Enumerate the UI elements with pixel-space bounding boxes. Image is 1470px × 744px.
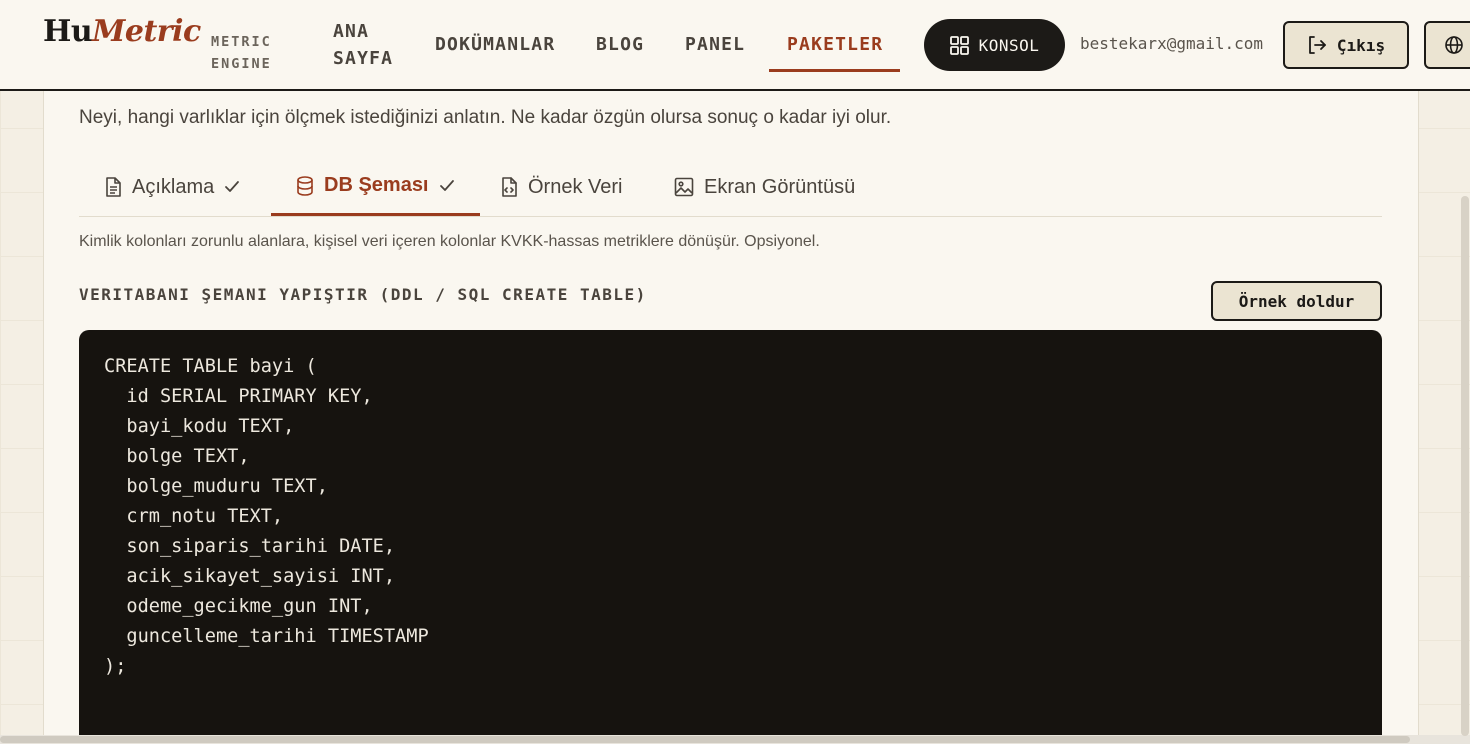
tab-screenshot[interactable]: Ekran Görüntüsü — [649, 158, 880, 216]
check-icon — [225, 181, 240, 192]
nav-link-docs[interactable]: DOKÜMANLAR — [435, 0, 555, 89]
code-line: crm_notu TEXT, — [104, 506, 284, 527]
step-tabs: Açıklama DB Şeması Örnek Veri Ekran Görü… — [79, 158, 1382, 217]
nav-home-line-1: ANA — [333, 20, 370, 42]
tab-screenshot-label: Ekran Görüntüsü — [704, 175, 856, 198]
logout-label: Çıkış — [1336, 35, 1386, 55]
horizontal-scrollbar-thumb[interactable] — [0, 736, 1410, 743]
nav-link-blog[interactable]: BLOG — [596, 0, 644, 89]
tab-sample-data[interactable]: Örnek Veri — [475, 158, 647, 216]
image-icon — [674, 177, 694, 197]
schema-code-editor[interactable]: CREATE TABLE bayi ( id SERIAL PRIMARY KE… — [79, 330, 1382, 744]
language-button[interactable] — [1424, 21, 1470, 69]
nav-link-packages[interactable]: PAKETLER — [787, 0, 883, 89]
tab-db-schema[interactable]: DB Şeması — [271, 158, 480, 216]
logo-accent-text: Metric — [92, 14, 201, 49]
top-navbar: HuMetric METRIC ENGINE ANA SAYFA DOKÜMAN… — [0, 0, 1470, 91]
nav-link-panel[interactable]: PANEL — [685, 0, 745, 89]
vertical-scrollbar-thumb[interactable] — [1461, 196, 1469, 736]
code-line: bayi_kodu TEXT, — [104, 416, 295, 437]
code-line: acik_sikayet_sayisi INT, — [104, 566, 396, 587]
brand-tagline: METRIC ENGINE — [211, 31, 291, 75]
code-line: bolge TEXT, — [104, 446, 250, 467]
globe-icon — [1445, 36, 1463, 54]
code-line: guncelleme_tarihi TIMESTAMP — [104, 626, 429, 647]
tab-description-label: Açıklama — [132, 175, 215, 198]
nav-home-line-2: SAYFA — [333, 47, 394, 69]
schema-field-label: VERITABANI ŞEMANI YAPIŞTIR (DDL / SQL CR… — [79, 285, 647, 304]
code-line: son_siparis_tarihi DATE, — [104, 536, 396, 557]
fill-sample-button[interactable]: Örnek doldur — [1211, 281, 1382, 321]
code-file-icon — [502, 177, 517, 197]
horizontal-scrollbar[interactable] — [0, 735, 1470, 744]
tab-sample-data-label: Örnek Veri — [528, 175, 623, 198]
database-icon — [297, 175, 313, 196]
tagline-line-1: METRIC — [211, 34, 272, 50]
nav-link-home[interactable]: ANA SAYFA — [333, 0, 413, 89]
konsol-button[interactable]: KONSOL — [924, 19, 1065, 71]
tagline-line-2: ENGINE — [211, 56, 272, 72]
code-line: id SERIAL PRIMARY KEY, — [104, 386, 373, 407]
logout-button[interactable]: Çıkış — [1283, 21, 1409, 69]
konsol-label: KONSOL — [978, 35, 1040, 55]
active-nav-indicator — [769, 69, 900, 72]
user-email: bestekarx@gmail.com — [1080, 34, 1264, 53]
schema-hint: Kimlik kolonları zorunlu alanlara, kişis… — [79, 233, 820, 250]
document-icon — [106, 177, 121, 197]
logo-main-text: Hu — [43, 14, 93, 49]
code-line: CREATE TABLE bayi ( — [104, 356, 317, 377]
code-line: ); — [104, 656, 127, 677]
tab-db-schema-label: DB Şeması — [324, 174, 429, 196]
code-line: odeme_gecikme_gun INT, — [104, 596, 373, 617]
intro-text: Neyi, hangi varlıklar için ölçmek istedi… — [79, 107, 892, 128]
logout-icon — [1309, 36, 1326, 54]
brand-logo[interactable]: HuMetric — [43, 14, 201, 49]
tab-description[interactable]: Açıklama — [79, 158, 265, 216]
check-icon — [439, 179, 454, 191]
code-line: bolge_muduru TEXT, — [104, 476, 328, 497]
grid-icon — [949, 35, 969, 55]
